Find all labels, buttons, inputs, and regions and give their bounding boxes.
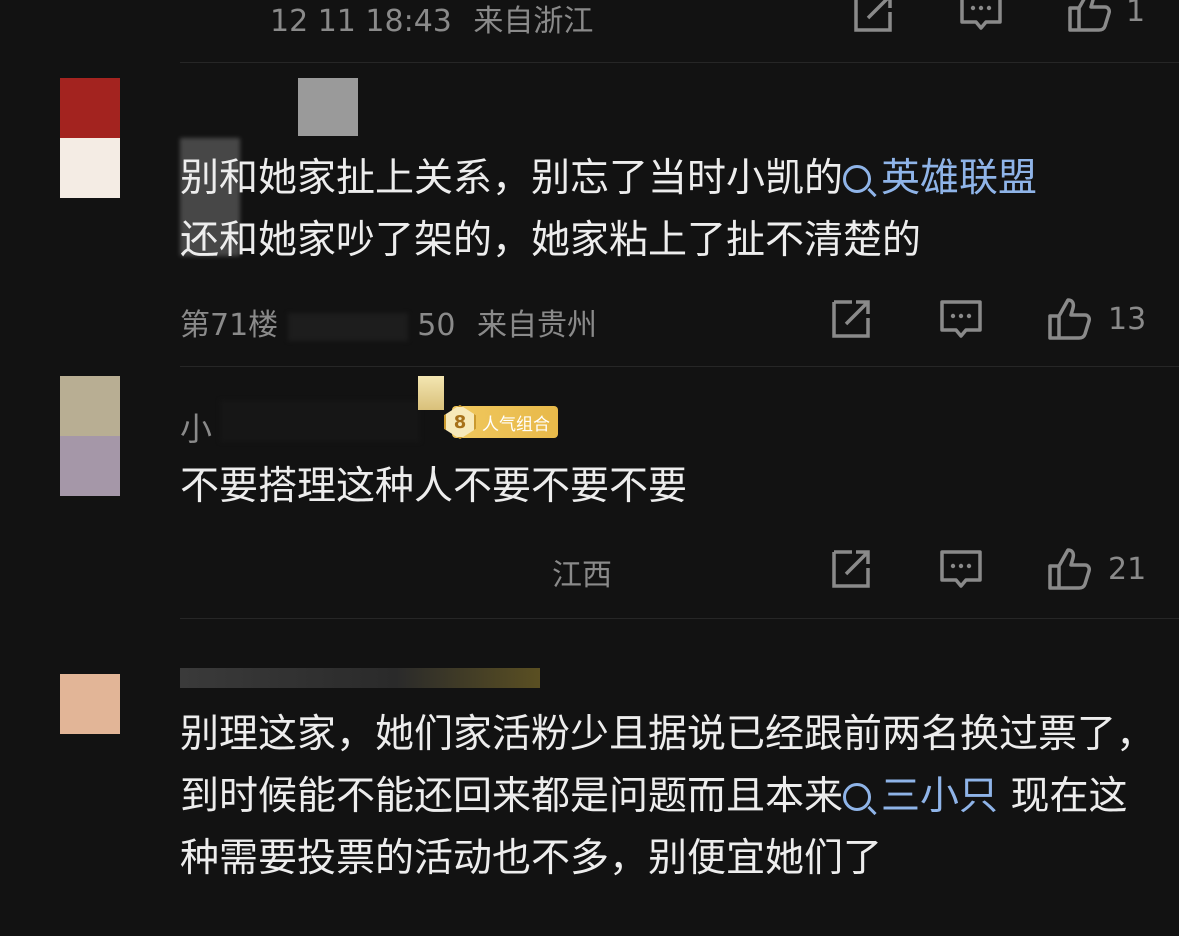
comment-2-repost-button[interactable] [828, 296, 874, 346]
comment-3-username-redaction [220, 400, 420, 442]
badge-label: 人气组合 [482, 414, 550, 435]
comment-2-topic-link[interactable]: 英雄联盟 [843, 156, 1037, 201]
comment-icon [960, 0, 1002, 30]
avatar-bottom-half [60, 138, 120, 198]
repost-icon [832, 550, 870, 588]
comment-2-avatar[interactable] [60, 78, 120, 198]
comment-2-like-count: 13 [1108, 301, 1147, 337]
comment-2-time-redaction [287, 312, 408, 341]
comment-2-location: 来自贵州 [477, 308, 598, 343]
comment-3-like-button[interactable]: 21 [1046, 546, 1146, 592]
comment-icon [940, 300, 982, 338]
comment-1-location: 来自浙江 [473, 4, 594, 39]
comment-2-time-tail: 50 [417, 308, 456, 343]
comment-2-text: 别和她家扯上关系，别忘了当时小凯的 英雄联盟 还和她家吵了架的，她家粘上了扯不清楚… [180, 148, 1160, 272]
divider [180, 62, 1179, 63]
comment-3-avatar[interactable] [60, 376, 120, 496]
comment-4-text-part1: 别理这家，她们家活粉少且据说已经跟前两名换过票了，到时候能不能还回来都是问题而且… [180, 712, 1156, 819]
comment-2-text-part1: 别和她家扯上关系，别忘了当时小凯的 [180, 156, 844, 201]
comment-2-topic-label: 英雄联盟 [881, 156, 1038, 201]
comment-3-location: 江西 [552, 558, 612, 593]
comment-3-repost-button[interactable] [828, 546, 874, 596]
avatar-top-half [60, 78, 120, 138]
comment-4-text: 别理这家，她们家活粉少且据说已经跟前两名换过票了，到时候能不能还回来都是问题而且… [180, 704, 1155, 890]
comment-3-fan-badge[interactable]: 8 人气组合 [444, 405, 558, 439]
comment-2-reply-button[interactable] [938, 296, 984, 346]
comment-3-like-count: 21 [1108, 551, 1147, 587]
search-icon [843, 783, 872, 811]
comment-3-reply-button[interactable] [938, 546, 984, 596]
comment-4-username-redacted [180, 668, 540, 688]
avatar-fill [60, 674, 120, 734]
comment-4-avatar[interactable] [60, 674, 120, 734]
divider [180, 366, 1179, 367]
repost-icon [832, 300, 870, 338]
thumbs-up-icon [1048, 548, 1091, 590]
comment-4-topic-link[interactable]: 三小只 [843, 774, 998, 819]
comment-3-username[interactable]: 小 [180, 404, 212, 450]
comment-1-meta: 12 11 18:43 来自浙江 [270, 0, 593, 40]
thumbs-up-icon [1068, 0, 1111, 32]
comment-1-repost-button[interactable] [850, 0, 896, 40]
comment-2-floor: 第71楼 [180, 308, 279, 343]
repost-icon [854, 0, 892, 32]
badge-level: 8 [444, 405, 476, 439]
comment-1-reply-button[interactable] [958, 0, 1004, 38]
comment-3-text: 不要搭理这种人不要不要不要 [180, 464, 688, 509]
comment-2-username-redacted [298, 78, 358, 136]
search-icon [843, 165, 872, 193]
comment-4-topic-label: 三小只 [881, 774, 999, 819]
comment-1-like-button[interactable]: 1 [1066, 0, 1145, 34]
divider [180, 618, 1179, 619]
avatar-top-half [60, 376, 120, 436]
avatar-bottom-half [60, 436, 120, 496]
thumbs-up-icon [1048, 298, 1091, 340]
comment-2-meta: 第71楼 50 来自贵州 [180, 300, 597, 344]
comment-3-redaction-strip [418, 376, 444, 410]
comment-1-time: 12 11 18:43 [270, 4, 452, 39]
comment-2-text-part2: 还和她家吵了架的，她家粘上了扯不清楚的 [180, 218, 922, 263]
comment-1-like-count: 1 [1126, 0, 1146, 29]
comment-2-like-button[interactable]: 13 [1046, 296, 1146, 342]
comment-icon [940, 550, 982, 588]
